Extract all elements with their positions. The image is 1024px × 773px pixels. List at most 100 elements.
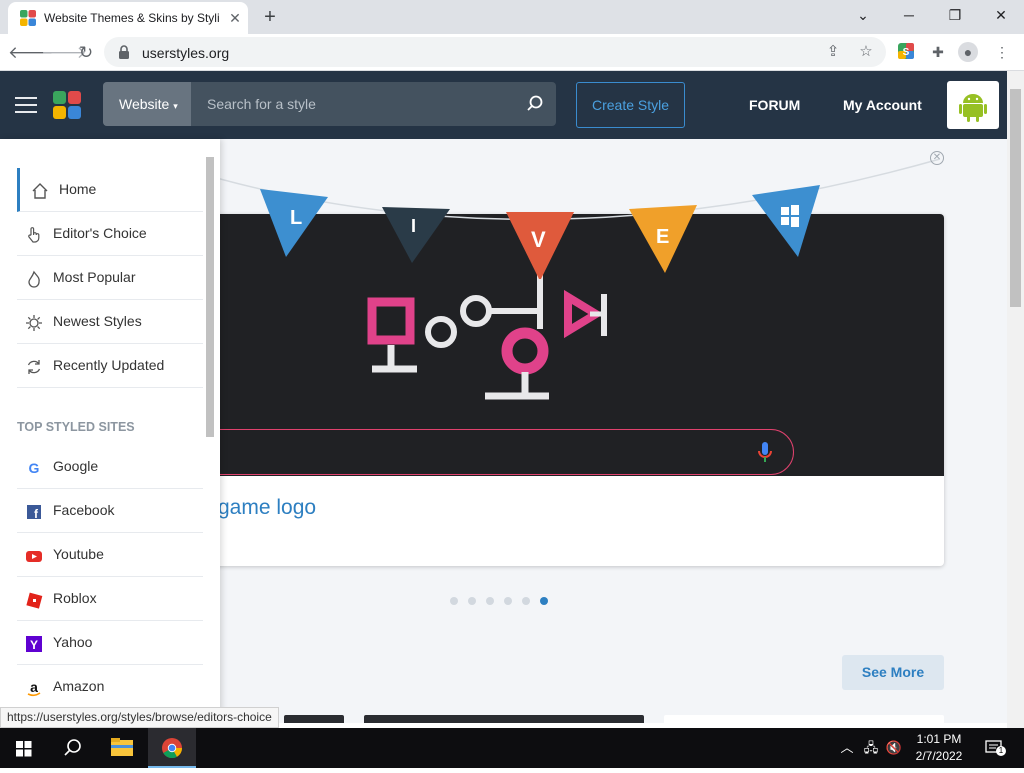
sidebar-item-label: Roblox: [53, 590, 97, 606]
banner-letter: V: [531, 227, 546, 252]
bookmark-star-icon[interactable]: ☆: [856, 42, 876, 62]
restore-icon[interactable]: ❐: [932, 0, 978, 30]
sidebar-scrollbar-thumb[interactable]: [206, 157, 214, 437]
address-bar[interactable]: userstyles.org ⇪ ☆: [104, 37, 886, 67]
caret-down-icon: ▾: [173, 101, 178, 111]
profile-avatar-icon[interactable]: ●: [958, 42, 978, 62]
sidebar-item-google[interactable]: G Google: [17, 445, 203, 489]
sidebar-item-facebook[interactable]: f Facebook: [17, 489, 203, 533]
new-tab-icon[interactable]: +: [258, 6, 282, 28]
stylish-extension-logo-icon: S: [898, 43, 914, 59]
network-icon[interactable]: 🖧: [862, 739, 880, 757]
banner-letter: E: [656, 226, 669, 248]
carousel-dot[interactable]: [486, 597, 494, 605]
sidebar-item-youtube[interactable]: Youtube: [17, 533, 203, 577]
start-button[interactable]: [0, 728, 48, 768]
search-category-label: Website: [119, 96, 170, 112]
carousel-dot[interactable]: [450, 597, 458, 605]
sidebar-item-recently-updated[interactable]: Recently Updated: [17, 344, 203, 388]
search-input[interactable]: Search for a style: [207, 82, 316, 126]
close-tab-icon[interactable]: ✕: [226, 9, 244, 27]
reload-icon[interactable]: ↻: [73, 40, 99, 66]
facebook-icon: f: [27, 505, 41, 521]
style-title[interactable]: game logo: [218, 496, 316, 520]
browser-tab[interactable]: Website Themes & Skins by Stylish ✕: [8, 2, 248, 34]
sidebar-item-most-popular[interactable]: Most Popular: [17, 256, 203, 300]
pennant-letter-i: I: [382, 207, 450, 263]
tab-search-icon[interactable]: ⌄: [840, 0, 886, 30]
see-more-button[interactable]: See More: [842, 655, 944, 690]
carousel-dot[interactable]: [504, 597, 512, 605]
sidebar-item-label: Newest Styles: [53, 313, 142, 329]
sidebar-item-newest-styles[interactable]: Newest Styles: [17, 300, 203, 344]
windows-taskbar: ︿ 🖧 🔇 1:01 PM 2/7/2022 1: [0, 728, 1024, 768]
sidebar-item-roblox[interactable]: Roblox: [17, 577, 203, 621]
sidebar-item-label: Google: [53, 458, 99, 474]
minimize-icon[interactable]: ─: [886, 0, 932, 30]
page-scrollbar-thumb[interactable]: [1010, 89, 1021, 307]
back-icon[interactable]: 🡐: [8, 40, 54, 66]
clock-time: 1:01 PM: [916, 732, 962, 746]
browser-toolbar: 🡐 🡒 ↻ userstyles.org ⇪ ☆ S ✚ ● ⋮: [0, 34, 1024, 71]
site-logo-icon[interactable]: [53, 91, 81, 119]
page-scrollbar[interactable]: [1007, 71, 1024, 728]
url-text: userstyles.org: [142, 45, 230, 61]
android-app-button[interactable]: [947, 81, 999, 129]
system-clock[interactable]: 1:01 PM 2/7/2022: [906, 731, 972, 765]
sidebar-item-label: Home: [59, 181, 97, 197]
volume-muted-icon[interactable]: 🔇: [885, 739, 903, 757]
notification-count-badge: 1: [996, 746, 1006, 756]
windows-logo-icon: [16, 741, 32, 757]
close-window-icon[interactable]: ✕: [978, 0, 1024, 30]
style-thumbnail[interactable]: [664, 715, 944, 723]
chrome-taskbar-button[interactable]: [148, 728, 196, 768]
site-header: Website ▾ Search for a style Create Styl…: [0, 71, 1007, 139]
banner-letter: I: [411, 216, 416, 236]
sidebar-item-label: Facebook: [53, 502, 115, 518]
flame-icon: [28, 270, 40, 288]
sidebar-item-home[interactable]: Home: [17, 168, 203, 212]
hamburger-menu-icon[interactable]: [15, 97, 37, 113]
chrome-menu-icon[interactable]: ⋮: [992, 42, 1012, 62]
windows-pennant-icon: [752, 185, 820, 257]
youtube-icon: [26, 551, 42, 562]
pennant-letter-e: E: [629, 205, 697, 273]
stylish-favicon-icon: [20, 10, 36, 26]
sidebar-item-label: Most Popular: [53, 269, 136, 285]
create-style-button[interactable]: Create Style: [576, 82, 685, 128]
file-explorer-button[interactable]: [98, 728, 146, 768]
tray-overflow-chevron-icon[interactable]: ︿: [838, 739, 856, 757]
close-banner-icon[interactable]: ✕: [930, 151, 944, 165]
search-icon[interactable]: [525, 94, 545, 114]
sidebar-item-amazon[interactable]: a Amazon: [17, 665, 203, 709]
notification-center-icon[interactable]: 1: [984, 739, 1006, 757]
top-styled-sites-heading: TOP STYLED SITES: [17, 420, 135, 434]
preview-search-box: [190, 429, 794, 475]
extensions-puzzle-icon[interactable]: ✚: [928, 42, 948, 62]
carousel-dot[interactable]: [468, 597, 476, 605]
stylish-extension-icon[interactable]: S: [896, 42, 916, 62]
pennant-letter-l: L: [260, 189, 328, 257]
forward-icon[interactable]: 🡒: [41, 40, 87, 66]
my-account-link[interactable]: My Account: [843, 97, 922, 113]
search-taskbar-button[interactable]: [48, 728, 96, 768]
chrome-icon: [162, 738, 183, 759]
style-thumbnail[interactable]: [364, 715, 644, 723]
yahoo-icon: Y: [26, 636, 42, 652]
sparkle-icon: [26, 315, 42, 331]
clock-date: 2/7/2022: [915, 749, 963, 763]
sidebar-item-yahoo[interactable]: Y Yahoo: [17, 621, 203, 665]
search-category-dropdown[interactable]: Website ▾: [103, 82, 191, 126]
forum-link[interactable]: FORUM: [749, 97, 800, 113]
lock-icon: [119, 45, 129, 59]
carousel-dot-active[interactable]: [540, 597, 548, 605]
share-icon[interactable]: ⇪: [823, 42, 843, 62]
sidebar-item-editors-choice[interactable]: Editor's Choice: [17, 212, 203, 256]
banner-letter: L: [290, 207, 302, 229]
sidebar-item-label: Yahoo: [53, 634, 93, 650]
sidebar-item-label: Amazon: [53, 678, 105, 694]
svg-text:S: S: [903, 47, 910, 58]
carousel-dot[interactable]: [522, 597, 530, 605]
style-thumbnail[interactable]: [284, 715, 344, 723]
sidebar-scrollbar[interactable]: [204, 143, 216, 723]
